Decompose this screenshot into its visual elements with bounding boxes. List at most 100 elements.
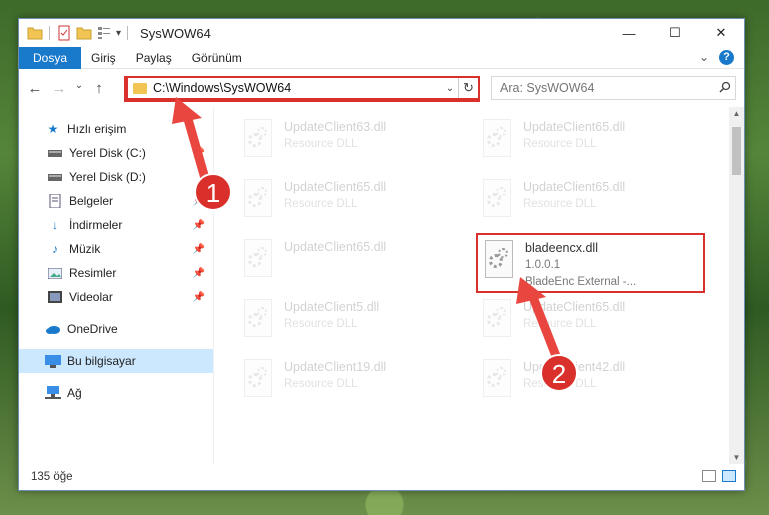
music-icon: ♪ (52, 242, 58, 256)
sidebar-item-music[interactable]: ♪ Müzik 📌 (19, 237, 213, 261)
sidebar-item-label: İndirmeler (69, 218, 123, 232)
pin-icon[interactable]: 📌 (193, 292, 205, 303)
pin-icon[interactable]: 📌 (193, 148, 205, 159)
file-name: UpdateClient65.dll (523, 120, 626, 134)
file-name: UpdateClient19.dll (284, 360, 387, 374)
file-name: UpdateClient65.dll (284, 240, 387, 254)
sidebar-item-downloads[interactable]: ↓ İndirmeler 📌 (19, 213, 213, 237)
dll-file-icon (479, 357, 515, 401)
star-icon: ★ (47, 122, 59, 136)
ribbon-right-controls: ⌄ ? (699, 50, 734, 65)
file-item[interactable]: UpdateClient63.dll Resource DLL (240, 117, 440, 167)
sidebar-item-local-disk-d[interactable]: Yerel Disk (D:) (19, 165, 213, 189)
file-name: UpdateClient65.dll (523, 180, 626, 194)
new-folder-icon[interactable] (76, 25, 92, 41)
document-icon (47, 194, 63, 208)
sidebar-item-local-disk-c[interactable]: Yerel Disk (C:) 📌 (19, 141, 213, 165)
tab-giris[interactable]: Giriş (81, 47, 126, 69)
up-button[interactable]: ↑ (87, 80, 111, 97)
details-view-icon[interactable] (702, 470, 716, 482)
file-description: Resource DLL (284, 138, 358, 150)
pin-icon[interactable]: 📌 (193, 268, 205, 279)
dll-file-icon (240, 237, 276, 281)
search-input[interactable] (500, 81, 715, 95)
file-list: UpdateClient63.dll Resource DLL UpdateCli… (214, 107, 744, 464)
scrollbar-thumb[interactable] (732, 127, 741, 175)
title-bar: ▾ SysWOW64 — ☐ ✕ (19, 19, 744, 47)
file-name: bladeencx.dll (525, 241, 598, 255)
toolbar-dropdown-icon[interactable]: ▾ (116, 28, 121, 39)
forward-button[interactable]: → (47, 80, 71, 97)
sidebar-item-label: Bu bilgisayar (67, 354, 136, 368)
computer-icon (45, 354, 61, 368)
tab-dosya[interactable]: Dosya (19, 46, 82, 69)
file-item[interactable]: UpdateClient65.dll Resource DLL (240, 177, 440, 227)
scroll-up-icon[interactable]: ▲ (729, 109, 744, 118)
expand-ribbon-icon[interactable]: ⌄ (699, 50, 709, 65)
file-item[interactable]: UpdateClient65.dll Resource DLL (479, 297, 679, 347)
file-item[interactable]: UpdateClient5.dll Resource DLL (240, 297, 440, 347)
minimize-button[interactable]: — (606, 19, 652, 47)
pin-icon[interactable]: 📌 (193, 244, 205, 255)
file-description: BladeEnc External -... (525, 276, 637, 288)
sidebar-item-this-pc[interactable]: Bu bilgisayar (19, 349, 213, 373)
sidebar-item-label: Yerel Disk (D:) (69, 170, 146, 184)
file-item[interactable]: UpdateClient65.dll Resource DLL (479, 117, 679, 167)
properties-icon[interactable] (56, 25, 72, 41)
search-icon[interactable] (715, 81, 735, 96)
file-item-bladeencx[interactable]: bladeencx.dll 1.0.0.1 BladeEnc External -.… (481, 238, 681, 288)
cloud-icon (45, 322, 61, 336)
sidebar-item-onedrive[interactable]: OneDrive (19, 317, 213, 341)
sidebar-item-label: Belgeler (69, 194, 114, 208)
file-item[interactable]: UpdateClient19.dll Resource DLL (240, 357, 440, 407)
file-item[interactable]: UpdateClient42.dllResource DLL (479, 357, 679, 407)
help-icon[interactable]: ? (719, 50, 734, 65)
search-box[interactable] (491, 76, 736, 100)
sidebar-item-label: Ağ (67, 386, 82, 400)
file-description: Resource DLL (523, 198, 597, 210)
drive-icon (47, 170, 63, 184)
pictures-icon (47, 266, 63, 280)
status-bar: 135 öğe (19, 464, 744, 490)
file-item[interactable]: UpdateClient65.dll Resource DLL (479, 177, 679, 227)
customize-toolbar-icon[interactable] (96, 25, 112, 41)
dll-file-icon (479, 297, 515, 341)
file-name: UpdateClient63.dll (284, 120, 387, 134)
file-name: UpdateClient65.dll (284, 180, 387, 194)
download-icon: ↓ (52, 218, 58, 232)
sidebar-item-label: Yerel Disk (C:) (69, 146, 146, 160)
sidebar-item-videos[interactable]: Videolar 📌 (19, 285, 213, 309)
view-toggles (702, 470, 736, 482)
title-divider (127, 26, 129, 40)
network-icon (45, 386, 61, 400)
back-button[interactable]: ← (23, 80, 47, 97)
recent-locations-button[interactable]: ⌄ (71, 80, 87, 97)
sidebar-item-label: OneDrive (67, 322, 118, 336)
callout-badge-2: 2 (540, 354, 578, 392)
dll-file-icon (240, 117, 276, 161)
explorer-content: ★ Hızlı erişim Yerel Disk (C:) 📌 Yerel D… (19, 107, 744, 464)
highlight-box-address (124, 76, 480, 102)
ribbon-tabs: Dosya Giriş Paylaş Görünüm ⌄ ? (19, 46, 744, 69)
sidebar-item-network[interactable]: Ağ (19, 381, 213, 405)
navigation-pane: ★ Hızlı erişim Yerel Disk (C:) 📌 Yerel D… (19, 107, 214, 464)
sidebar-item-quick-access[interactable]: ★ Hızlı erişim (19, 117, 213, 141)
tab-paylas[interactable]: Paylaş (126, 47, 182, 69)
tiles-view-icon[interactable] (722, 470, 736, 482)
vertical-scrollbar[interactable]: ▲ ▼ (729, 107, 744, 464)
pin-icon[interactable]: 📌 (193, 220, 205, 231)
maximize-button[interactable]: ☐ (652, 19, 698, 47)
dll-file-icon (240, 357, 276, 401)
drive-icon (47, 146, 63, 160)
file-name: UpdateClient65.dll (523, 300, 626, 314)
sidebar-item-label: Videolar (69, 290, 113, 304)
scroll-down-icon[interactable]: ▼ (729, 453, 744, 462)
sidebar-item-pictures[interactable]: Resimler 📌 (19, 261, 213, 285)
tab-gorunum[interactable]: Görünüm (182, 47, 252, 69)
close-button[interactable]: ✕ (698, 19, 744, 47)
file-item[interactable]: UpdateClient65.dll (240, 237, 440, 287)
sidebar-item-documents[interactable]: Belgeler 📌 (19, 189, 213, 213)
file-description: Resource DLL (284, 198, 358, 210)
